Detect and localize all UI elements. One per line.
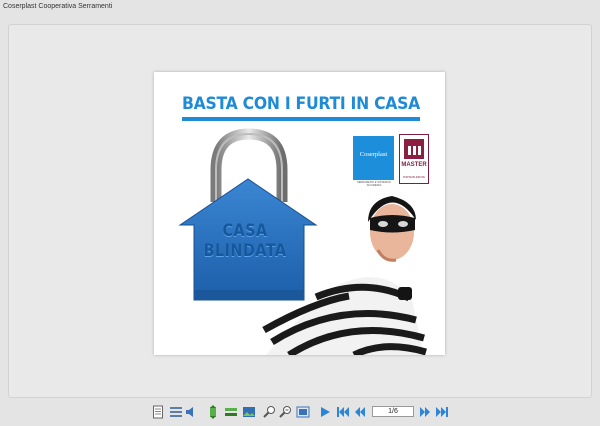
zoom-out-icon[interactable] bbox=[262, 405, 276, 419]
viewer-toolbar: 1/6 bbox=[148, 404, 452, 422]
lock-text-line2: BLINDATA bbox=[203, 241, 287, 261]
play-icon[interactable] bbox=[318, 405, 332, 419]
previous-page-icon[interactable] bbox=[353, 405, 367, 419]
lock-text-line1: CASA bbox=[222, 221, 268, 241]
coserplast-logo-name: Coserplast bbox=[359, 151, 388, 158]
image-icon[interactable] bbox=[242, 405, 256, 419]
fit-width-icon[interactable] bbox=[224, 405, 238, 419]
last-page-icon[interactable] bbox=[435, 405, 449, 419]
master-logo-subtitle: PORTE BLINDATE bbox=[402, 176, 426, 179]
page-number-input[interactable]: 1/6 bbox=[372, 406, 414, 417]
coserplast-tagline: SERRAMENTI E SISTEMI DI SICUREZZA bbox=[357, 181, 391, 187]
sound-icon[interactable] bbox=[184, 405, 198, 419]
fit-height-icon[interactable] bbox=[206, 405, 220, 419]
coserplast-logo: Coserplast bbox=[353, 136, 394, 180]
next-page-icon[interactable] bbox=[418, 405, 432, 419]
page-illustration bbox=[178, 128, 427, 355]
first-page-icon[interactable] bbox=[336, 405, 350, 419]
master-mark-icon bbox=[404, 139, 424, 159]
document-icon[interactable] bbox=[151, 405, 165, 419]
flipbook-page[interactable]: BASTA CON I FURTI IN CASA CASA BLINDATA … bbox=[154, 72, 445, 355]
master-logo-name: MASTER bbox=[401, 162, 427, 168]
master-logo: MASTER PORTE BLINDATE bbox=[399, 134, 429, 184]
thumbnails-icon[interactable] bbox=[169, 405, 183, 419]
zoom-in-icon[interactable] bbox=[278, 405, 292, 419]
window-title: Coserplast Cooperativa Serramenti bbox=[3, 3, 113, 10]
fullscreen-icon[interactable] bbox=[296, 405, 310, 419]
lock-engraving-text: CASA BLINDATA bbox=[198, 221, 292, 261]
